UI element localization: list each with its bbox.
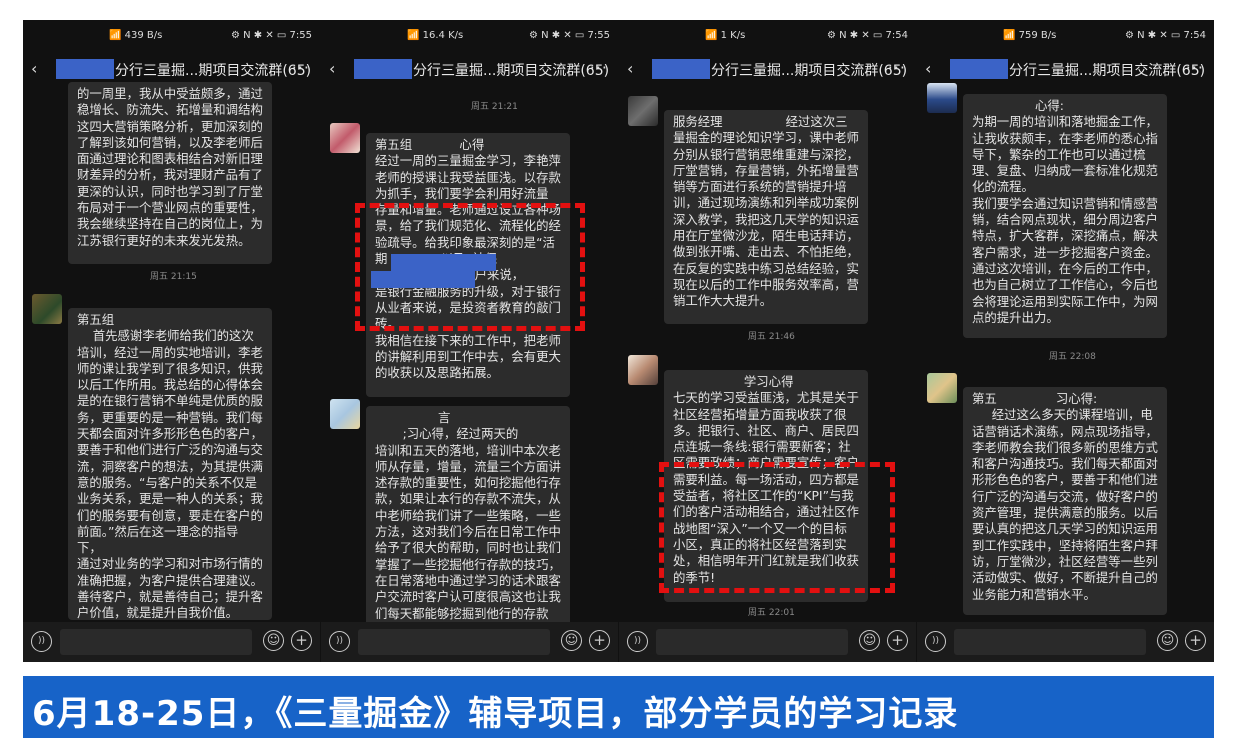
chat-panel-3: 📶 1 K/s ⚙ N ✱ ✕ ▭ 7:54 ‹ 分行三量掘...期项目交流群(…	[619, 20, 916, 662]
message-input[interactable]	[358, 629, 550, 655]
back-arrow-icon[interactable]: ‹	[925, 59, 931, 78]
avatar[interactable]	[628, 355, 658, 385]
status-icons-clock: ⚙ N ✱ ✕ ▭ 7:55	[528, 30, 610, 41]
screenshots-collage: 📶 439 B/s ⚙ N ✱ ✕ ▭ 7:55 ‹ 分行三量掘...期项目交流…	[23, 20, 1214, 662]
status-icons-clock: ⚙ N ✱ ✕ ▭ 7:55	[230, 30, 312, 41]
message-bubble: 心得: 为期一周的培训和落地掘金工作， 让我收获颇丰，在李老师的悉心指 导下，繁…	[963, 94, 1167, 338]
chat-title-bar: ‹ 分行三量掘...期项目交流群(65) ···	[619, 54, 916, 84]
message-bubble: 言 ;习心得，经过两天的 培训和五天的落地，培训中本次老 师从存量，增量，流量三…	[366, 406, 570, 628]
avatar[interactable]	[330, 399, 360, 429]
group-title: 分行三量掘...期项目交流群(65)	[115, 63, 312, 79]
emoji-icon[interactable]: ☺	[1157, 630, 1178, 651]
caption-text: 6月18-25日，《三量掘金》辅导项目，部分学员的学习记录	[32, 694, 959, 734]
input-bar: )) ☺ +	[917, 622, 1214, 662]
more-options-icon[interactable]: ···	[590, 58, 608, 77]
status-bar: 📶 759 B/s ⚙ N ✱ ✕ ▭ 7:54	[917, 20, 1214, 50]
avatar[interactable]	[927, 83, 957, 113]
redacted-block	[354, 59, 412, 79]
emoji-icon[interactable]: ☺	[263, 630, 284, 651]
avatar[interactable]	[927, 373, 957, 403]
voice-input-icon[interactable]: ))	[627, 631, 648, 652]
network-speed: 📶 1 K/s	[705, 30, 746, 41]
add-icon[interactable]: +	[291, 630, 312, 651]
add-icon[interactable]: +	[589, 630, 610, 651]
message-timestamp: 周五 21:46	[748, 332, 795, 342]
add-icon[interactable]: +	[887, 630, 908, 651]
chat-panel-1: 📶 439 B/s ⚙ N ✱ ✕ ▭ 7:55 ‹ 分行三量掘...期项目交流…	[23, 20, 320, 662]
caption-banner: 6月18-25日，《三量掘金》辅导项目，部分学员的学习记录	[23, 676, 1214, 738]
chat-title-bar: ‹ 分行三量掘...期项目交流群(65) ···	[23, 54, 320, 84]
group-title: 分行三量掘...期项目交流群(65)	[1009, 63, 1206, 79]
message-bubble: 的一周里，我从中受益颇多，通过 稳增长、防流失、拓增量和调结构 这四大营销策略分…	[68, 82, 272, 264]
message-timestamp: 周五 22:08	[1049, 352, 1096, 362]
status-icons-clock: ⚙ N ✱ ✕ ▭ 7:54	[1124, 30, 1206, 41]
voice-input-icon[interactable]: ))	[329, 631, 350, 652]
emoji-icon[interactable]: ☺	[561, 630, 582, 651]
message-timestamp: 周五 21:21	[471, 102, 518, 112]
back-arrow-icon[interactable]: ‹	[627, 59, 633, 78]
message-bubble: 服务经理 经过这次三 量掘金的理论知识学习，课中老师 分别从银行营销思维重建与深…	[664, 110, 868, 324]
chat-title-bar: ‹ 分行三量掘...期项目交流群(65) ···	[917, 54, 1214, 84]
message-timestamp: 周五 22:01	[748, 608, 795, 618]
add-icon[interactable]: +	[1185, 630, 1206, 651]
chat-title-bar: ‹ 分行三量掘...期项目交流群(65) ···	[321, 54, 618, 84]
message-bubble: 第五 习心得: 经过这么多天的课程培训，电 话营销话术演练，网点现场指导， 李老…	[963, 387, 1167, 615]
voice-input-icon[interactable]: ))	[31, 631, 52, 652]
status-bar: 📶 439 B/s ⚙ N ✱ ✕ ▭ 7:55	[23, 20, 320, 50]
avatar[interactable]	[628, 96, 658, 126]
message-input[interactable]	[60, 629, 252, 655]
chat-panel-2: 📶 16.4 K/s ⚙ N ✱ ✕ ▭ 7:55 ‹ 分行三量掘...期项目交…	[321, 20, 618, 662]
message-bubble: 第五组 首先感谢李老师给我们的这次 培训，经过一周的实地培训，李老 师的课让我学…	[68, 308, 272, 620]
avatar[interactable]	[330, 123, 360, 153]
input-bar: )) ☺ +	[23, 622, 320, 662]
group-title: 分行三量掘...期项目交流群(65)	[711, 63, 908, 79]
highlight-box	[659, 462, 895, 593]
message-input[interactable]	[954, 629, 1146, 655]
network-speed: 📶 439 B/s	[109, 30, 163, 41]
network-speed: 📶 759 B/s	[1003, 30, 1057, 41]
input-bar: )) ☺ +	[321, 622, 618, 662]
redacted-block	[652, 59, 710, 79]
message-input[interactable]	[656, 629, 848, 655]
status-icons-clock: ⚙ N ✱ ✕ ▭ 7:54	[826, 30, 908, 41]
emoji-icon[interactable]: ☺	[859, 630, 880, 651]
avatar[interactable]	[32, 294, 62, 324]
redacted-block	[950, 59, 1008, 79]
chat-panel-4: 📶 759 B/s ⚙ N ✱ ✕ ▭ 7:54 ‹ 分行三量掘...期项目交流…	[917, 20, 1214, 662]
more-options-icon[interactable]: ···	[292, 58, 310, 77]
back-arrow-icon[interactable]: ‹	[31, 59, 37, 78]
highlight-box	[355, 203, 585, 331]
group-title: 分行三量掘...期项目交流群(65)	[413, 63, 610, 79]
more-options-icon[interactable]: ···	[1186, 58, 1204, 77]
input-bar: )) ☺ +	[619, 622, 916, 662]
back-arrow-icon[interactable]: ‹	[329, 59, 335, 78]
status-bar: 📶 1 K/s ⚙ N ✱ ✕ ▭ 7:54	[619, 20, 916, 50]
network-speed: 📶 16.4 K/s	[407, 30, 464, 41]
message-timestamp: 周五 21:15	[150, 272, 197, 282]
voice-input-icon[interactable]: ))	[925, 631, 946, 652]
redacted-block	[56, 59, 114, 79]
status-bar: 📶 16.4 K/s ⚙ N ✱ ✕ ▭ 7:55	[321, 20, 618, 50]
more-options-icon[interactable]: ···	[888, 58, 906, 77]
